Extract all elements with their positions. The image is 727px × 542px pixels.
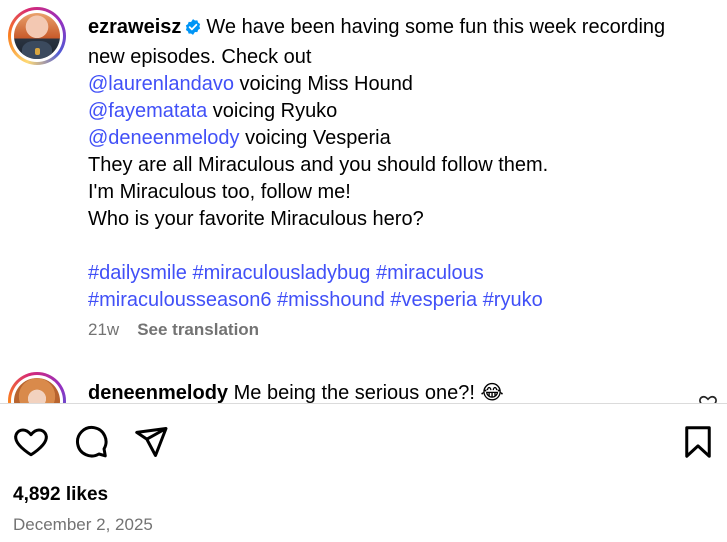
commenter-avatar[interactable] (8, 372, 66, 403)
caption-line-7: I'm Miraculous too, follow me! (88, 181, 351, 203)
see-translation-button[interactable]: See translation (137, 320, 259, 340)
author-avatar[interactable] (8, 7, 66, 65)
share-icon[interactable] (133, 424, 169, 460)
comment-heart-icon[interactable] (698, 393, 718, 403)
mention-laurenlandavo[interactable]: @laurenlandavo (88, 73, 234, 95)
caption-line-8: Who is your favorite Miraculous hero? (88, 208, 424, 230)
heart-icon[interactable] (13, 424, 49, 460)
hashtag-link[interactable]: #dailysmile (88, 262, 187, 284)
caption-line-2: new episodes. Check out (88, 46, 312, 68)
hashtag-link[interactable]: #miraculous (376, 262, 484, 284)
caption-meta: 21w See translation (88, 320, 259, 340)
post-date: December 2, 2025 (13, 515, 153, 534)
post-age[interactable]: 21w (88, 320, 119, 340)
commenter-avatar-image (14, 378, 60, 403)
bookmark-icon[interactable] (680, 424, 716, 460)
mention-3-text: voicing Vesperia (239, 127, 391, 149)
hashtag-link[interactable]: #vesperia (390, 289, 477, 311)
hashtag-link[interactable]: #miraculousladybug (193, 262, 371, 284)
post-caption-area: ezraweisz We have been having some fun th… (0, 0, 727, 403)
hashtags-line-1: #dailysmile #miraculousladybug #miraculo… (88, 260, 718, 287)
mention-fayematata[interactable]: @fayematata (88, 100, 207, 122)
comment: deneenmelody Me being the serious one?! … (88, 380, 504, 403)
author-avatar-image (14, 13, 60, 59)
post-caption: ezraweisz We have been having some fun th… (88, 14, 718, 314)
comment-body: Me being the serious one?! 😂 (233, 382, 504, 403)
mention-1-text: voicing Miss Hound (233, 73, 413, 95)
caption-line-6: They are all Miraculous and you should f… (88, 154, 549, 176)
verified-badge-icon (184, 17, 202, 44)
hashtag-link[interactable]: #ryuko (483, 289, 543, 311)
hashtag-link[interactable]: #miraculousseason6 (88, 289, 271, 311)
likes-count[interactable]: 4,892 likes (13, 484, 108, 506)
mention-2-text: voicing Ryuko (207, 100, 338, 122)
author-username[interactable]: ezraweisz (88, 16, 181, 38)
commenter-username[interactable]: deneenmelody (88, 382, 228, 403)
mention-deneenmelody[interactable]: @deneenmelody (88, 127, 240, 149)
hashtags-line-2: #miraculousseason6 #misshound #vesperia … (88, 287, 718, 314)
caption-line-1: We have been having some fun this week r… (206, 16, 666, 38)
hashtag-link[interactable]: #misshound (277, 289, 385, 311)
comment-icon[interactable] (73, 424, 109, 460)
